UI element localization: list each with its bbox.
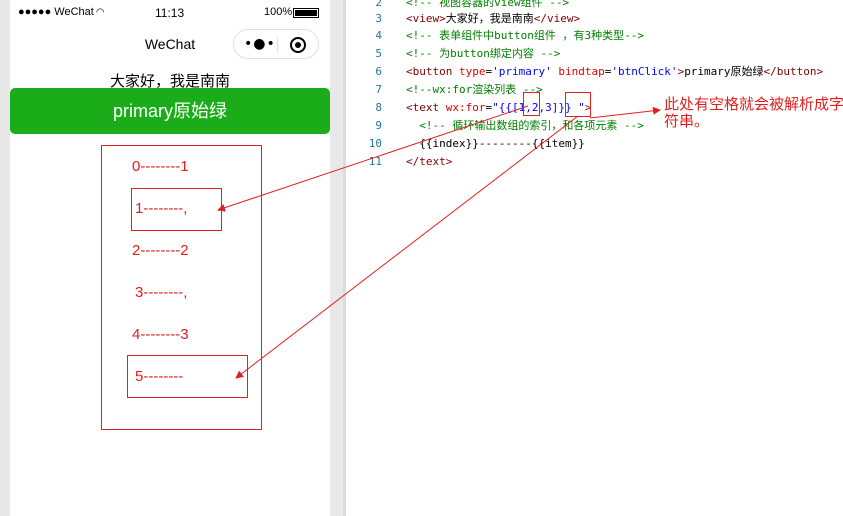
code-token: 'btnClick' [611, 65, 678, 78]
line-number: 4 [375, 29, 382, 42]
line-number: 6 [375, 65, 382, 78]
code-token: <view> [406, 12, 446, 25]
code-token: <text [406, 101, 446, 114]
code-token: </button> [763, 65, 824, 78]
list-item: 0--------1 [132, 158, 189, 175]
capsule-divider [277, 37, 278, 53]
navbar: WeChat •●• [10, 26, 330, 64]
primary-button[interactable]: primary原始绿 [10, 88, 330, 134]
code-text: <button type='primary' bindtap='btnClick… [406, 63, 823, 81]
code-token: <!-- 视图容器的view组件 --> [406, 0, 570, 9]
list-item: 2--------2 [132, 242, 189, 259]
code-token: <button [406, 65, 459, 78]
line-number: 3 [375, 12, 382, 25]
code-token: <!-- 循环输出数组的索引，和各项元素 --> [406, 119, 644, 132]
battery-percent: 100% [264, 6, 293, 18]
line-number: 10 [368, 137, 382, 150]
code-text: <view>大家好，我是南南</view> [406, 10, 580, 28]
code-token: type [458, 65, 486, 78]
line-number: 11 [368, 155, 382, 168]
battery-icon [293, 8, 319, 18]
line-number: 5 [375, 47, 382, 60]
list-item: 3--------, [135, 284, 188, 301]
annotation-note: 此处有空格就会被解析成字符串。 [664, 95, 843, 130]
highlight-box [127, 355, 248, 398]
more-menu-icon[interactable]: •●• [244, 37, 276, 51]
highlight-box [131, 188, 222, 231]
capsule-menu: •●• [233, 29, 319, 59]
code-token: 'primary' [492, 65, 552, 78]
status-bar: ●●●●● WeChat ◠ 11:13 100% [10, 0, 330, 26]
code-highlight-box [523, 92, 540, 116]
code-token: bindtap [558, 65, 605, 78]
code-token: primary原始绿 [684, 65, 764, 78]
code-token: 大家好，我是南南 [445, 12, 534, 25]
code-text: {{index}}--------{{item}} [406, 135, 585, 153]
code-text: <!-- 循环输出数组的索引，和各项元素 --> [406, 117, 644, 135]
wifi-icon: ◠ [95, 7, 105, 18]
line-number: 8 [375, 101, 382, 114]
list-item: 4--------3 [132, 326, 189, 343]
code-editor[interactable]: 2 <!-- 视图容器的view组件 --> 3 <view>大家好，我是南南</vi… [343, 0, 843, 516]
clock: 11:13 [155, 6, 185, 20]
code-text: </text> [406, 153, 452, 171]
carrier-label: ●●●●● WeChat ◠ [18, 6, 105, 18]
line-number: 7 [375, 83, 382, 96]
code-token: <!-- 表单组件中button组件 ，有3种类型--> [406, 29, 644, 42]
code-token: {{index}}--------{{item}} [406, 137, 585, 150]
line-number: 9 [375, 119, 382, 132]
code-token: </view> [533, 12, 581, 25]
simulator-panel: ●●●●● WeChat ◠ 11:13 100% WeChat •●• 大家好，… [0, 0, 343, 516]
code-text: <text wx:for="{{[1,2,3]}} "> [406, 99, 591, 117]
code-token: wx:for [445, 101, 486, 114]
code-text: <!-- 表单组件中button组件 ，有3种类型--> [406, 27, 644, 45]
code-token: <!-- 为button绑定内容 --> [406, 47, 561, 60]
phone-screen: ●●●●● WeChat ◠ 11:13 100% WeChat •●• 大家好，… [10, 0, 330, 516]
code-token: </text> [406, 155, 453, 168]
close-record-icon[interactable] [290, 37, 306, 53]
code-highlight-box [565, 92, 591, 117]
code-text: <!-- 为button绑定内容 --> [406, 45, 560, 63]
